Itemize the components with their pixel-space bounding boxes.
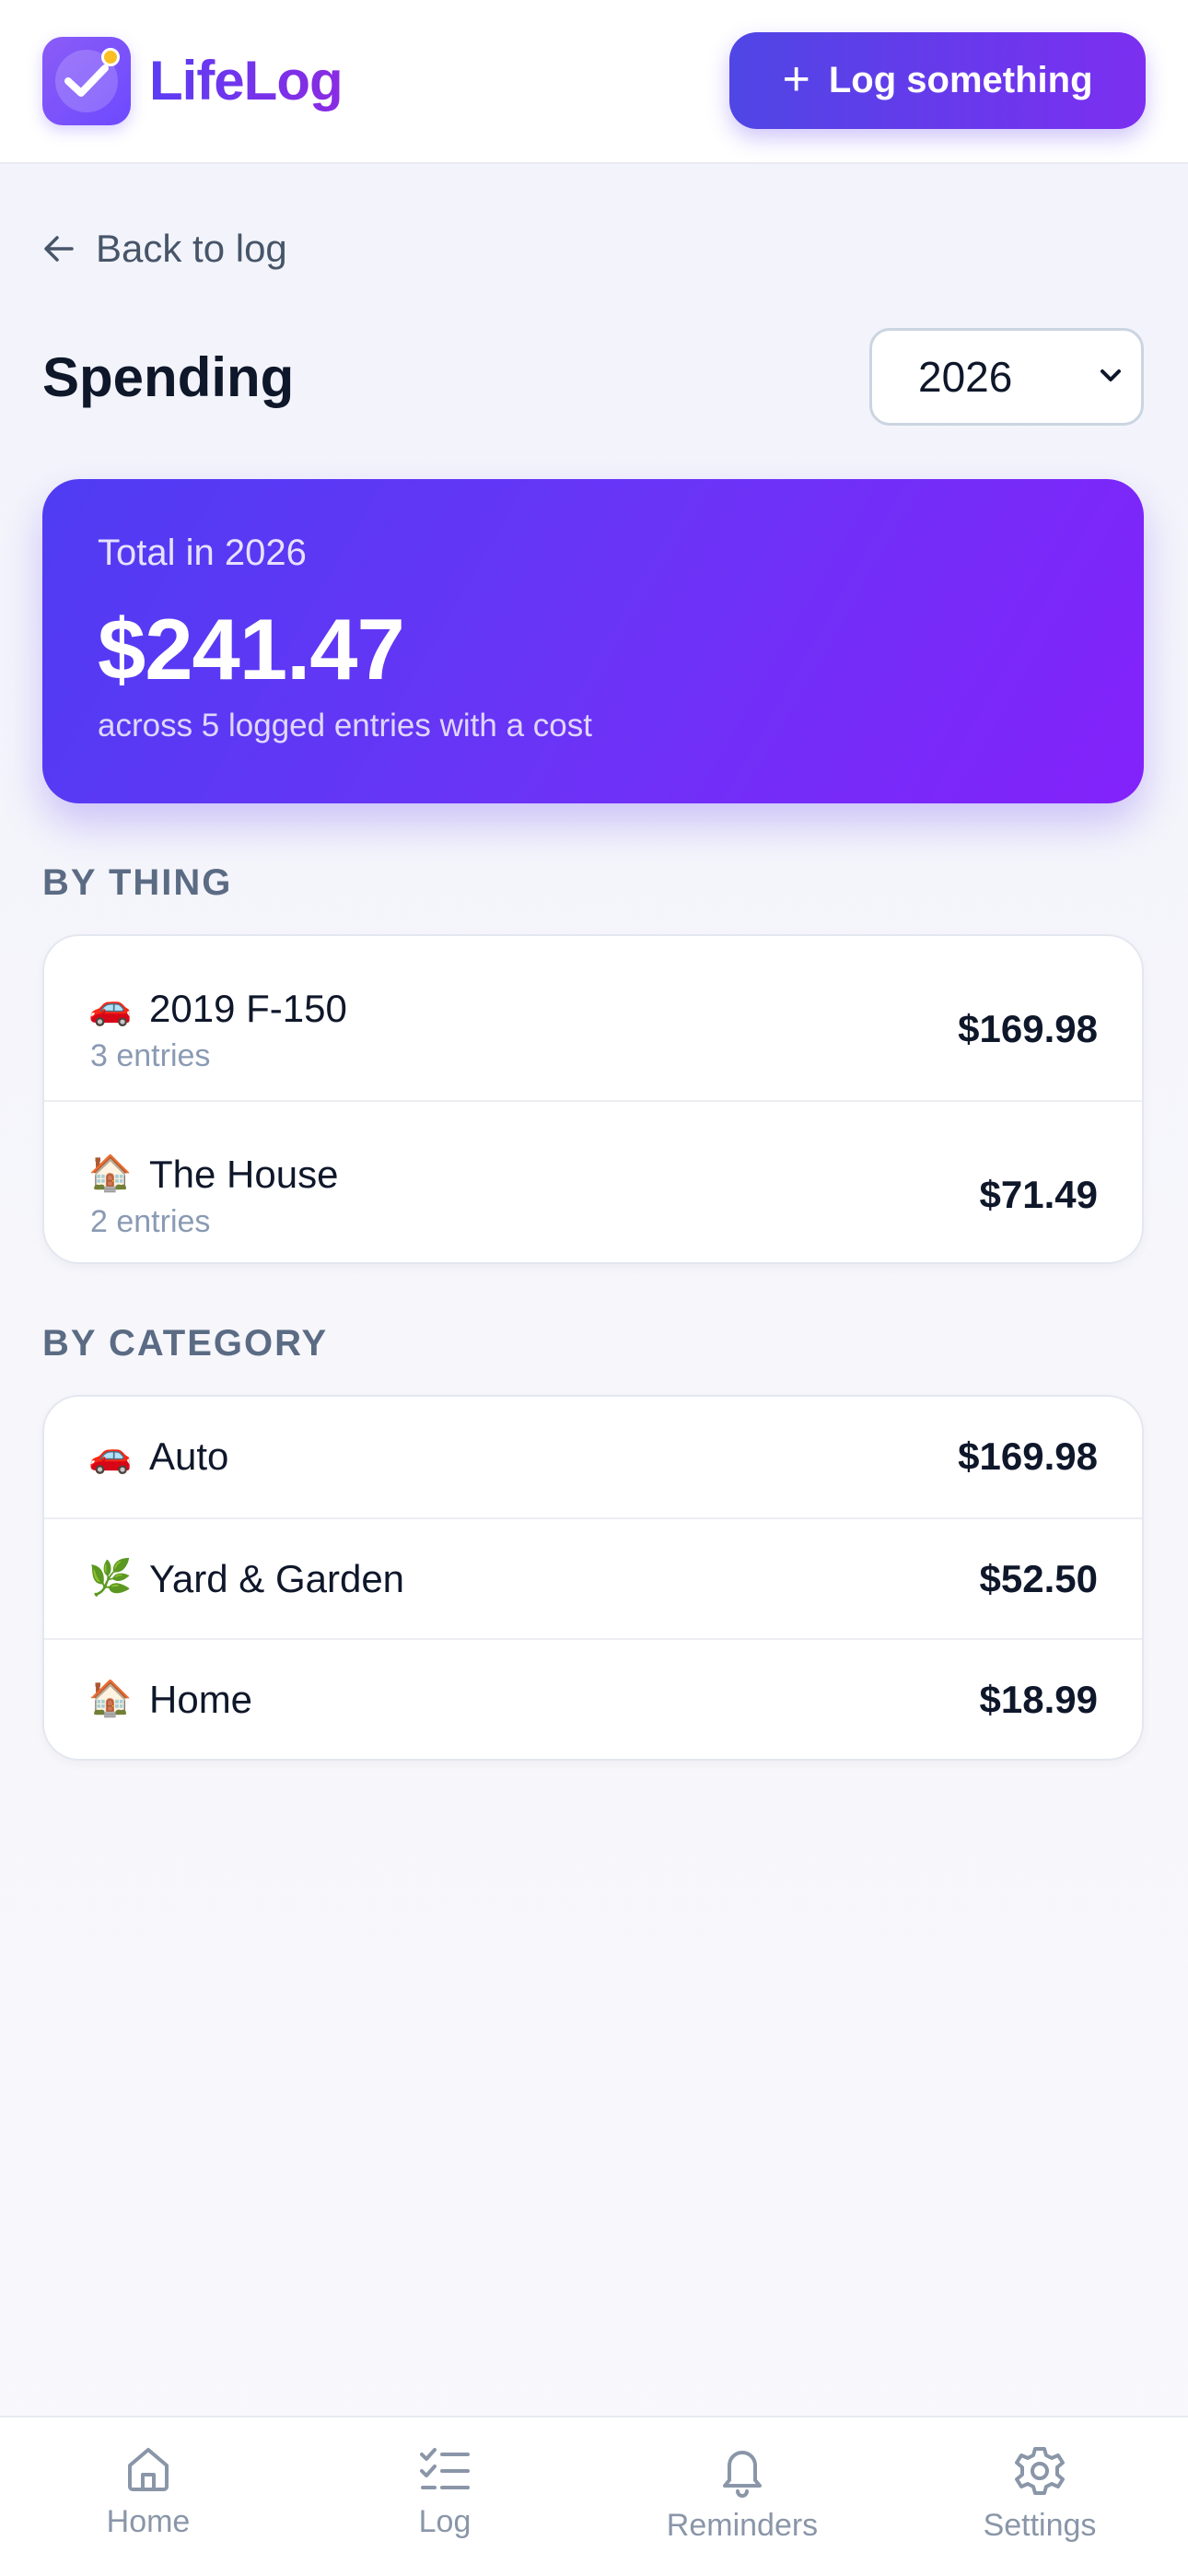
by-category-heading: BY CATEGORY	[42, 1323, 329, 1364]
category-amount: $169.98	[958, 1434, 1098, 1478]
by-category-list: 🚗 Auto $169.98 🌿 Yard & Garden $52.50 🏠 …	[42, 1395, 1144, 1761]
nav-label: Reminders	[666, 2508, 819, 2543]
year-select-value: 2026	[918, 353, 1013, 401]
list-item[interactable]: 🏠 The House 2 entries $71.49	[44, 1100, 1142, 1262]
back-to-log-link[interactable]: Back to log	[42, 221, 287, 276]
category-name: Auto	[149, 1434, 229, 1478]
total-amount: $241.47	[98, 601, 405, 697]
list-item[interactable]: 🏠 Home $18.99	[44, 1638, 1142, 1759]
nav-settings[interactable]: Settings	[948, 2418, 1132, 2576]
list-item[interactable]: 🌿 Yard & Garden $52.50	[44, 1517, 1142, 1638]
page-title: Spending	[42, 346, 295, 408]
category-name: Yard & Garden	[149, 1557, 405, 1600]
brand-name[interactable]: LifeLog	[149, 44, 344, 118]
item-amount: $169.98	[958, 1007, 1098, 1050]
app-header: LifeLog + Log something	[0, 0, 1188, 164]
logo-dot	[101, 48, 120, 66]
home-icon	[128, 2448, 169, 2491]
year-select[interactable]: 2026	[869, 328, 1144, 426]
list-item[interactable]: 🚗 Auto $169.98	[44, 1397, 1142, 1517]
nav-home[interactable]: Home	[56, 2418, 240, 2576]
bell-icon	[723, 2451, 762, 2498]
nav-log[interactable]: Log	[353, 2418, 537, 2576]
category-amount: $18.99	[979, 1678, 1098, 1721]
gear-icon	[1015, 2447, 1065, 2495]
app-logo[interactable]	[42, 37, 131, 125]
category-amount: $52.50	[979, 1557, 1098, 1600]
item-amount: $71.49	[979, 1173, 1098, 1216]
by-thing-list: 🚗 2019 F-150 3 entries $169.98 🏠 The Hou…	[42, 934, 1144, 1264]
car-icon: 🚗	[88, 989, 133, 1027]
leaf-icon: 🌿	[88, 1559, 133, 1598]
car-icon: 🚗	[88, 1436, 133, 1475]
house-icon: 🏠	[88, 1154, 133, 1193]
nav-label: Settings	[983, 2508, 1097, 2543]
total-subtext: across 5 logged entries with a cost	[98, 708, 592, 744]
nav-reminders[interactable]: Reminders	[650, 2418, 834, 2576]
nav-label: Home	[106, 2504, 191, 2539]
item-name: The House	[149, 1153, 339, 1196]
nav-label: Log	[418, 2504, 472, 2539]
total-spending-card: Total in 2026 $241.47 across 5 logged en…	[42, 479, 1144, 803]
item-entries: 2 entries	[90, 1204, 211, 1239]
log-something-label: Log something	[828, 60, 1093, 100]
chevron-down-icon	[1101, 369, 1121, 381]
by-thing-heading: BY THING	[42, 862, 233, 903]
checklist-icon	[420, 2448, 470, 2489]
list-item[interactable]: 🚗 2019 F-150 3 entries $169.98	[44, 936, 1142, 1100]
item-name: 2019 F-150	[149, 987, 347, 1030]
category-name: Home	[149, 1678, 253, 1721]
plus-icon: +	[782, 52, 810, 106]
log-something-button[interactable]: + Log something	[729, 32, 1146, 129]
checkmark-icon	[64, 64, 109, 97]
arrow-left-icon	[44, 236, 74, 262]
bottom-nav: Home Log Reminders Settings	[0, 2416, 1188, 2576]
total-label: Total in 2026	[98, 533, 307, 573]
house-icon: 🏠	[88, 1680, 133, 1718]
back-label: Back to log	[96, 227, 287, 270]
item-entries: 3 entries	[90, 1038, 211, 1073]
